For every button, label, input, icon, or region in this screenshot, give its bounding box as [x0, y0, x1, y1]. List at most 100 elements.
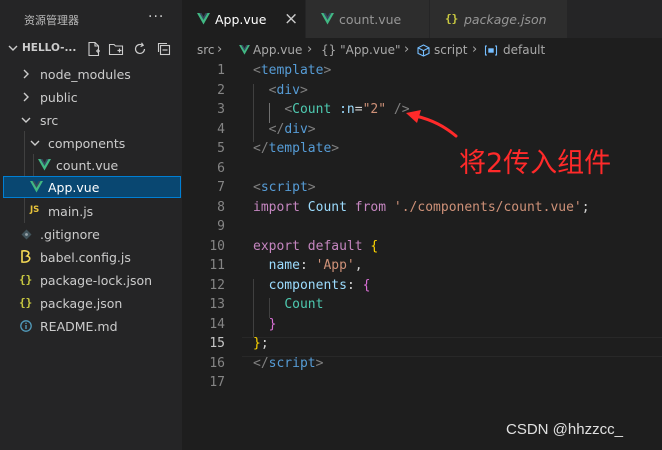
close-icon[interactable]: ×: [284, 9, 298, 29]
breadcrumb-script[interactable]: script: [434, 43, 467, 57]
code-line: 12 components: {: [182, 277, 662, 297]
code-token: :n: [339, 102, 355, 117]
code-token: name: [268, 258, 300, 273]
watermark: CSDN @hhzzcc_: [506, 421, 623, 438]
code-line: 9: [182, 218, 662, 238]
tree-item-main-js[interactable]: JS main.js: [0, 200, 182, 222]
project-name: HELLO-...: [22, 42, 77, 54]
new-folder-icon[interactable]: [108, 41, 124, 61]
tab-count-vue[interactable]: count.vue: [306, 0, 430, 38]
tree-item-package-json[interactable]: {} package.json: [0, 292, 182, 314]
vue-icon: [30, 181, 43, 193]
code-line: 7 <script>: [182, 179, 662, 199]
refresh-icon[interactable]: [132, 41, 148, 61]
tree-item-node-modules[interactable]: node_modules: [0, 63, 182, 85]
code-token: 'App': [315, 258, 355, 273]
chevron-right-icon: ›: [307, 42, 313, 57]
vue-icon: [197, 13, 210, 25]
tree-item-label: node_modules: [40, 67, 131, 82]
new-file-icon[interactable]: [86, 41, 102, 61]
line-number: 5: [217, 141, 225, 156]
breadcrumb-module[interactable]: {} "App.vue": [321, 43, 400, 57]
line-number: 4: [217, 121, 225, 137]
explorer-title: 资源管理器: [24, 14, 79, 27]
tree-item-app-vue[interactable]: App.vue: [3, 176, 181, 198]
tree-item-gitignore[interactable]: .gitignore: [0, 223, 182, 245]
tree-item-label: README.md: [40, 319, 118, 334]
code-token: Count: [307, 199, 347, 215]
tree-item-package-lock[interactable]: {} package-lock.json: [0, 269, 182, 291]
variable-icon: [484, 45, 498, 56]
chevron-down-icon: [30, 140, 40, 146]
collapse-all-icon[interactable]: [156, 41, 172, 61]
code-token: Count: [284, 297, 324, 312]
vue-icon: [38, 159, 51, 171]
code-line: 8 import Count from './components/count.…: [182, 199, 662, 219]
tree-item-label: App.vue: [48, 180, 100, 195]
cube-icon: [417, 44, 430, 57]
code-token: template: [260, 63, 324, 78]
babel-icon: [21, 250, 31, 263]
breadcrumb-default[interactable]: default: [503, 43, 545, 57]
chevron-right-icon: ›: [404, 42, 410, 57]
code-token: Count: [292, 102, 332, 117]
tab-label: App.vue: [215, 12, 267, 27]
project-section-header[interactable]: HELLO-...: [0, 38, 182, 60]
line-number: 11: [209, 258, 225, 273]
chevron-right-icon: [23, 69, 29, 79]
tab-label: count.vue: [339, 12, 402, 27]
annotation-arrow-icon: [406, 110, 458, 138]
line-number: 2: [217, 82, 225, 98]
json-icon: {}: [19, 273, 33, 286]
breadcrumb-src[interactable]: src: [197, 43, 215, 57]
code-token: import: [253, 199, 300, 215]
line-number: 12: [209, 277, 225, 293]
tab-package-json[interactable]: {} package.json: [430, 0, 568, 38]
code-token: script: [260, 180, 308, 195]
tree-item-readme[interactable]: README.md: [0, 315, 182, 337]
js-icon: JS: [30, 205, 40, 215]
line-number: 1: [217, 63, 225, 78]
chevron-down-icon: [8, 45, 18, 51]
line-number: 10: [209, 238, 225, 254]
line-number: 16: [209, 355, 225, 371]
line-number: 17: [209, 375, 225, 390]
tree-item-src[interactable]: src: [0, 109, 182, 131]
breadcrumb-file[interactable]: App.vue: [253, 43, 302, 57]
tree-item-public[interactable]: public: [0, 86, 182, 108]
line-number: 15: [209, 336, 225, 351]
editor-area: App.vue × count.vue {} package.json src …: [182, 0, 662, 450]
chevron-right-icon: ›: [472, 42, 478, 57]
code-line: 10 export default {: [182, 238, 662, 258]
vue-icon: [239, 45, 250, 55]
tree-item-count-vue[interactable]: count.vue: [0, 154, 182, 176]
line-number: 9: [217, 219, 225, 234]
tree-item-label: package.json: [40, 296, 123, 311]
tree-item-label: package-lock.json: [40, 273, 153, 288]
vue-icon: [321, 13, 334, 25]
line-number: 13: [209, 297, 225, 312]
code-line: 14 }: [182, 316, 662, 336]
chevron-down-icon: [21, 117, 31, 123]
tree-item-label: count.vue: [56, 158, 119, 173]
code-line: 1 <template>: [182, 62, 662, 82]
tab-label: package.json: [464, 12, 547, 27]
tree-item-label: public: [40, 90, 78, 105]
tab-app-vue[interactable]: App.vue ×: [182, 0, 306, 38]
explorer-header: 资源管理器 ···: [0, 0, 182, 38]
code-token: div: [276, 82, 300, 98]
tree-item-label: .gitignore: [40, 227, 100, 242]
line-number: 7: [217, 180, 225, 195]
line-number: 6: [217, 160, 225, 176]
code-line: 2 <div>: [182, 82, 662, 102]
code-token: components: [268, 277, 347, 293]
code-token: script: [268, 355, 316, 371]
tree-item-babel-config[interactable]: babel.config.js: [0, 246, 182, 268]
tree-item-components[interactable]: components: [0, 132, 182, 154]
more-actions-icon[interactable]: ···: [148, 9, 164, 25]
code-line: 16 </script>: [182, 355, 662, 375]
tree-item-label: components: [48, 136, 126, 151]
code-line: 17: [182, 374, 662, 394]
code-line: 11 name: 'App',: [182, 257, 662, 277]
line-number: 14: [209, 316, 225, 332]
